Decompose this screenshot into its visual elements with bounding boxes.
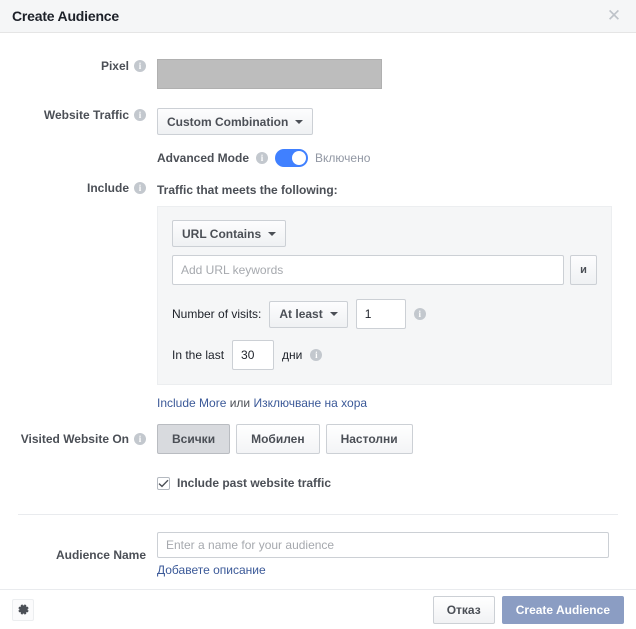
chevron-down-icon <box>329 312 338 316</box>
advanced-mode-row: Advanced Mode i Включено <box>0 147 636 169</box>
number-of-visits-row: Number of visits: At least i <box>172 299 597 329</box>
days-unit-label: дни <box>282 348 303 362</box>
section-divider <box>18 514 618 515</box>
device-option-all[interactable]: Всички <box>157 424 231 454</box>
include-past-traffic-checkbox[interactable] <box>157 476 170 490</box>
footer-actions: Отказ Create Audience <box>432 595 624 624</box>
info-icon[interactable]: i <box>134 433 146 445</box>
advanced-mode-state: Включено <box>315 151 371 165</box>
audience-name-label: Audience Name <box>0 548 146 562</box>
website-traffic-dropdown-label: Custom Combination <box>167 114 289 129</box>
create-audience-dialog: Create Audience ✕ Pixel i Website Traffi… <box>0 0 636 629</box>
info-icon[interactable]: i <box>310 349 323 361</box>
advanced-mode-field: Advanced Mode i Включено <box>146 147 636 169</box>
number-of-visits-label: Number of visits: <box>172 307 262 321</box>
in-the-last-label: In the last <box>172 348 225 362</box>
links-separator: или <box>229 396 251 410</box>
chevron-down-icon <box>268 231 277 236</box>
cancel-button[interactable]: Отказ <box>432 595 495 624</box>
website-traffic-label-text: Website Traffic <box>43 108 129 122</box>
dialog-header: Create Audience ✕ <box>0 0 636 33</box>
website-traffic-label: Website Traffic i <box>0 108 146 122</box>
info-icon[interactable]: i <box>134 109 146 121</box>
include-label: Include i <box>0 181 146 195</box>
dialog-footer: Отказ Create Audience <box>0 589 636 629</box>
visits-operator-dropdown[interactable]: At least <box>269 300 348 328</box>
checkmark-icon <box>158 479 169 487</box>
include-row: Include i Traffic that meets the followi… <box>0 181 636 410</box>
pixel-label-text: Pixel <box>100 59 129 73</box>
url-condition-dropdown[interactable]: URL Contains <box>172 220 287 247</box>
device-option-mobile[interactable]: Мобилен <box>236 424 320 454</box>
visits-count-input[interactable] <box>355 299 406 329</box>
visits-operator-label: At least <box>279 307 323 321</box>
and-operator-button[interactable]: и <box>570 255 597 285</box>
include-label-text: Include <box>86 181 129 195</box>
pixel-field <box>146 59 636 89</box>
close-icon[interactable]: ✕ <box>606 7 622 24</box>
page-title: Create Audience <box>12 8 119 24</box>
visited-website-on-row: Visited Website On i Всички Мобилен Наст… <box>0 424 636 454</box>
create-audience-button[interactable]: Create Audience <box>501 595 624 624</box>
visited-website-on-label-text: Visited Website On <box>20 432 129 446</box>
visited-website-on-label: Visited Website On i <box>0 432 146 446</box>
dialog-body: Pixel i Website Traffic i Custom Combina… <box>0 59 636 577</box>
pixel-label: Pixel i <box>0 59 146 73</box>
exclude-people-link[interactable]: Изключване на хора <box>253 396 367 410</box>
include-field: Traffic that meets the following: URL Co… <box>146 181 636 410</box>
info-icon[interactable]: i <box>134 60 146 72</box>
website-traffic-row: Website Traffic i Custom Combination <box>0 108 636 135</box>
pixel-select-placeholder[interactable] <box>157 59 382 89</box>
website-traffic-dropdown[interactable]: Custom Combination <box>157 108 314 135</box>
info-icon[interactable]: i <box>134 182 146 194</box>
include-rule-panel: URL Contains и Number of visits: At leas… <box>157 206 612 385</box>
chevron-down-icon <box>295 119 304 124</box>
device-button-group: Всички Мобилен Настолни <box>157 424 636 454</box>
audience-name-input[interactable] <box>157 532 609 558</box>
gear-icon[interactable] <box>12 598 34 621</box>
include-past-traffic-label: Include past website traffic <box>177 476 332 490</box>
audience-name-row: Audience Name Добавете описание <box>0 532 636 577</box>
include-links-row: Include More или Изключване на хора <box>157 396 636 410</box>
advanced-mode-label: Advanced Mode <box>157 151 250 165</box>
audience-name-label-text: Audience Name <box>55 547 146 562</box>
include-past-traffic-field: Include past website traffic <box>146 476 636 490</box>
include-more-link[interactable]: Include More <box>157 396 226 410</box>
condition-row: URL Contains <box>172 220 597 247</box>
days-input[interactable] <box>232 340 275 370</box>
gear-glyph <box>17 604 29 615</box>
url-condition-label: URL Contains <box>182 226 262 241</box>
add-description-link[interactable]: Добавете описание <box>157 563 266 577</box>
toggle-knob <box>292 151 307 165</box>
visited-website-on-field: Всички Мобилен Настолни <box>146 424 636 454</box>
url-keywords-input[interactable] <box>172 255 564 285</box>
audience-name-field: Добавете описание <box>146 532 636 577</box>
pixel-row: Pixel i <box>0 59 636 89</box>
info-icon[interactable]: i <box>413 308 426 320</box>
info-icon[interactable]: i <box>256 152 269 164</box>
advanced-mode-toggle[interactable] <box>275 149 309 167</box>
include-heading: Traffic that meets the following: <box>157 183 338 197</box>
device-option-desktop[interactable]: Настолни <box>325 424 413 454</box>
include-past-traffic-row: Include past website traffic <box>0 476 636 490</box>
in-the-last-row: In the last дни i <box>172 340 597 370</box>
website-traffic-field: Custom Combination <box>146 108 636 135</box>
url-keyword-row: и <box>172 255 597 285</box>
